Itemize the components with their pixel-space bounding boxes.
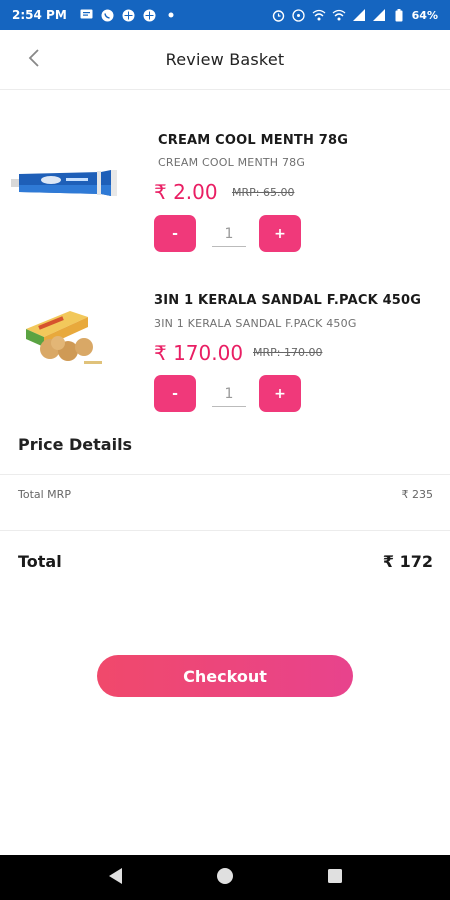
page-title: Review Basket [165,50,285,69]
quantity-value[interactable]: 1 [212,381,246,407]
price-details-heading: Price Details [18,435,133,454]
recents-square-icon [327,868,343,888]
whatsapp-icon [101,8,115,22]
vowifi-icon [312,8,326,22]
status-time: 2:54 PM [12,8,67,22]
back-triangle-icon [107,867,123,889]
nav-home-button[interactable] [210,863,240,893]
decrease-quantity-button[interactable]: - [154,375,196,412]
product-price: ₹ 170.00 [154,341,244,365]
back-button[interactable] [22,48,46,72]
status-left: 2:54 PM [12,8,178,22]
product-subtitle: CREAM COOL MENTH 78G [158,156,306,169]
product-mrp: MRP: 170.00 [253,346,323,359]
vowifi-icon [332,8,346,22]
product-image[interactable] [8,150,120,220]
battery-icon [392,8,406,22]
divider [0,530,450,531]
grid-icon [143,8,157,22]
divider [0,474,450,475]
product-title[interactable]: CREAM COOL MENTH 78G [158,133,348,148]
nav-recents-button[interactable] [320,863,350,893]
message-icon [80,8,94,22]
grid-icon [122,8,136,22]
basket-item: CREAM COOL MENTH 78G CREAM COOL MENTH 78… [0,125,450,275]
chevron-left-icon [28,49,40,71]
alarm-icon [272,8,286,22]
app-header: Review Basket [0,30,450,90]
total-mrp-value: ₹ 235 [401,488,434,501]
total-mrp-label: Total MRP [18,488,71,501]
toothpaste-tube-image [11,168,117,202]
decrease-quantity-button[interactable]: - [154,215,196,252]
total-label: Total [18,552,62,571]
product-image[interactable] [8,305,120,375]
signal-icon [352,8,366,22]
product-subtitle: 3IN 1 KERALA SANDAL F.PACK 450G [154,317,357,330]
basket-item: 3IN 1 KERALA SANDAL F.PACK 450G 3IN 1 KE… [0,285,450,435]
increase-quantity-button[interactable]: + [259,215,301,252]
product-price: ₹ 2.00 [154,180,218,204]
signal-icon [372,8,386,22]
system-nav-bar [0,855,450,900]
battery-percent: 64% [411,8,438,22]
status-right: 64% [272,8,438,22]
product-mrp: MRP: 65.00 [232,186,295,199]
nav-back-button[interactable] [100,863,130,893]
checkout-button[interactable]: Checkout [97,655,353,697]
product-title[interactable]: 3IN 1 KERALA SANDAL F.PACK 450G [154,293,421,308]
sandal-pack-image [22,307,106,373]
dot-icon [164,8,178,22]
status-bar: 2:54 PM 64% [0,0,450,30]
hotspot-icon [292,8,306,22]
quantity-value[interactable]: 1 [212,221,246,247]
total-value: ₹ 172 [382,552,433,571]
home-circle-icon [216,867,234,889]
increase-quantity-button[interactable]: + [259,375,301,412]
